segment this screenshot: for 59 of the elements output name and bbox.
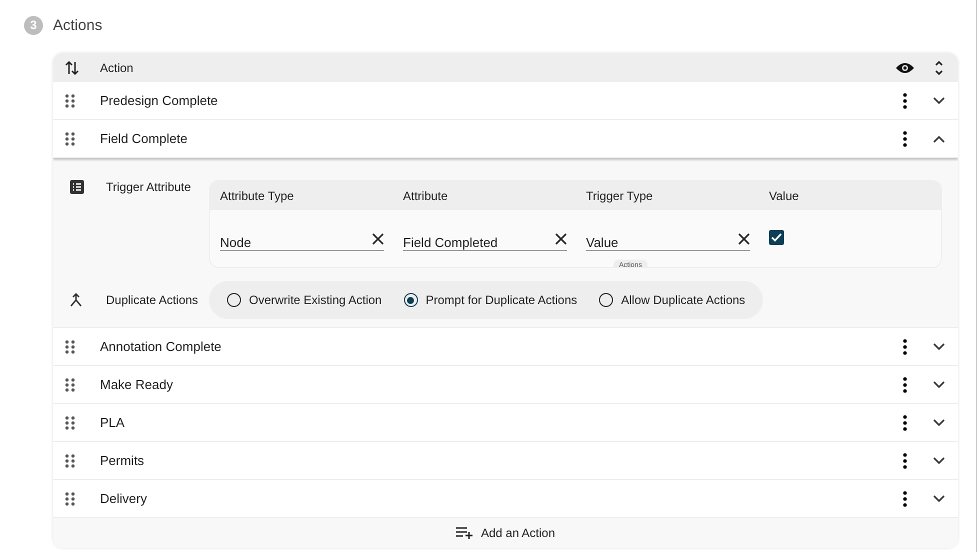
eye-icon[interactable] [896,62,914,74]
drag-handle-icon[interactable] [65,94,75,108]
action-name: Annotation Complete [100,339,222,354]
expand-chevron-icon[interactable] [933,342,945,350]
more-options-icon[interactable] [903,414,907,430]
action-name: PLA [100,415,126,430]
more-options-icon[interactable] [903,452,907,468]
add-action-button[interactable]: Add an Action [53,518,958,548]
clear-icon[interactable] [738,233,750,245]
drag-handle-icon[interactable] [65,416,75,430]
clear-icon[interactable] [372,233,384,245]
drag-handle-icon[interactable] [65,340,75,354]
more-options-icon[interactable] [903,338,907,354]
column-header: Attribute [403,188,449,202]
more-options-icon[interactable] [903,130,907,146]
select-field[interactable]: Node [220,224,384,251]
drag-handle-icon[interactable] [65,132,75,146]
radio-option[interactable]: Overwrite Existing Action [227,293,382,307]
column-header: Action [100,60,134,74]
drag-handle-icon[interactable] [65,492,75,506]
expand-chevron-icon[interactable] [933,380,945,388]
action-row[interactable]: Annotation Complete [53,328,958,366]
select-field[interactable]: Field Completed [403,224,567,251]
action-row[interactable]: Make Ready [53,366,958,404]
radio-option[interactable]: Prompt for Duplicate Actions [404,293,578,307]
more-options-icon[interactable] [903,92,907,108]
merge-icon [70,293,82,307]
action-name: Permits [100,453,146,468]
drag-handle-icon[interactable] [65,454,75,468]
section-title: Actions [53,16,102,34]
column-header: Trigger Type [586,188,654,202]
more-options-icon[interactable] [903,376,907,392]
more-options-icon[interactable] [903,490,907,506]
column-header: Value [769,188,800,202]
clear-icon[interactable] [555,233,567,245]
drag-handle-icon[interactable] [65,378,75,392]
action-name: Make Ready [100,377,174,392]
list-icon [70,180,84,194]
action-row[interactable]: PLA [53,404,958,442]
sort-arrows-icon[interactable] [65,60,79,76]
action-name: Predesign Complete [100,93,219,108]
select-field[interactable]: Value [586,224,750,251]
value-checkbox[interactable] [769,230,784,245]
action-row[interactable]: Predesign Complete [53,82,958,120]
expand-collapse-icon[interactable] [934,60,944,76]
trigger-attribute-label: Trigger Attribute [106,180,192,194]
collapse-chevron-icon[interactable] [933,134,945,142]
expand-chevron-icon[interactable] [933,96,945,104]
expand-chevron-icon[interactable] [933,494,945,502]
playlist-add-icon [456,527,473,539]
duplicate-actions-label: Duplicate Actions [106,293,200,307]
step-number: 3 [24,16,43,34]
expand-chevron-icon[interactable] [933,456,945,464]
expand-chevron-icon[interactable] [933,418,945,426]
action-name: Field Complete [100,131,188,146]
action-row[interactable]: Permits [53,442,958,480]
column-header: Attribute Type [220,188,295,202]
radio-option[interactable]: Allow Duplicate Actions [599,293,746,307]
action-name: Delivery [100,491,148,506]
